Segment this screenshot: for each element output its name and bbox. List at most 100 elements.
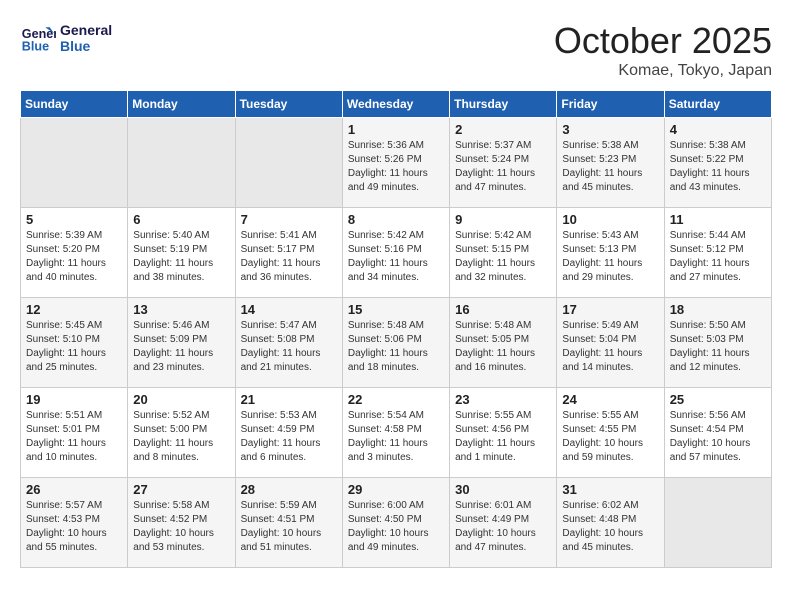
day-info: Sunrise: 5:46 AM Sunset: 5:09 PM Dayligh… [133, 319, 229, 375]
day-number: 9 [455, 212, 551, 227]
calendar-cell [128, 118, 235, 208]
calendar-cell: 25 Sunrise: 5:56 AM Sunset: 4:54 PM Dayli… [664, 388, 771, 478]
day-number: 13 [133, 302, 229, 317]
day-info: Sunrise: 5:52 AM Sunset: 5:00 PM Dayligh… [133, 409, 229, 465]
day-info: Sunrise: 5:55 AM Sunset: 4:55 PM Dayligh… [562, 409, 658, 465]
day-info: Sunrise: 5:49 AM Sunset: 5:04 PM Dayligh… [562, 319, 658, 375]
calendar-cell: 31 Sunrise: 6:02 AM Sunset: 4:48 PM Dayli… [557, 478, 664, 568]
page-header: General Blue General Blue October 2025 K… [20, 20, 772, 80]
day-number: 5 [26, 212, 122, 227]
day-info: Sunrise: 5:37 AM Sunset: 5:24 PM Dayligh… [455, 139, 551, 195]
month-title: October 2025 [554, 20, 772, 62]
calendar-week-row: 12Sunrise: 5:45 AM Sunset: 5:10 PM Dayli… [21, 298, 772, 388]
day-number: 10 [562, 212, 658, 227]
calendar-cell: 18 Sunrise: 5:50 AM Sunset: 5:03 PM Dayli… [664, 298, 771, 388]
calendar-cell: 22 Sunrise: 5:54 AM Sunset: 4:58 PM Dayli… [342, 388, 449, 478]
calendar-cell: 13 Sunrise: 5:46 AM Sunset: 5:09 PM Dayli… [128, 298, 235, 388]
day-info: Sunrise: 5:40 AM Sunset: 5:19 PM Dayligh… [133, 229, 229, 285]
day-number: 16 [455, 302, 551, 317]
day-number: 2 [455, 122, 551, 137]
day-number: 19 [26, 392, 122, 407]
calendar-cell: 9 Sunrise: 5:42 AM Sunset: 5:15 PM Daylig… [450, 208, 557, 298]
calendar-cell: 4 Sunrise: 5:38 AM Sunset: 5:22 PM Daylig… [664, 118, 771, 208]
day-number: 30 [455, 482, 551, 497]
calendar-cell: 23 Sunrise: 5:55 AM Sunset: 4:56 PM Dayli… [450, 388, 557, 478]
calendar-cell: 1Sunrise: 5:36 AM Sunset: 5:26 PM Daylig… [342, 118, 449, 208]
calendar-cell: 30Sunrise: 6:01 AM Sunset: 4:49 PM Dayli… [450, 478, 557, 568]
day-number: 23 [455, 392, 551, 407]
calendar-cell: 11Sunrise: 5:44 AM Sunset: 5:12 PM Dayli… [664, 208, 771, 298]
calendar-week-row: 1Sunrise: 5:36 AM Sunset: 5:26 PM Daylig… [21, 118, 772, 208]
logo-line1: General [60, 22, 112, 38]
calendar-cell: 7Sunrise: 5:41 AM Sunset: 5:17 PM Daylig… [235, 208, 342, 298]
day-number: 22 [348, 392, 444, 407]
day-info: Sunrise: 5:48 AM Sunset: 5:06 PM Dayligh… [348, 319, 444, 375]
weekday-header-cell: Friday [557, 91, 664, 118]
day-info: Sunrise: 5:38 AM Sunset: 5:22 PM Dayligh… [670, 139, 766, 195]
calendar-cell: 8Sunrise: 5:42 AM Sunset: 5:16 PM Daylig… [342, 208, 449, 298]
day-number: 17 [562, 302, 658, 317]
day-info: Sunrise: 5:42 AM Sunset: 5:15 PM Dayligh… [455, 229, 551, 285]
calendar-cell: 26Sunrise: 5:57 AM Sunset: 4:53 PM Dayli… [21, 478, 128, 568]
calendar-cell: 27 Sunrise: 5:58 AM Sunset: 4:52 PM Dayli… [128, 478, 235, 568]
calendar-cell: 29Sunrise: 6:00 AM Sunset: 4:50 PM Dayli… [342, 478, 449, 568]
day-number: 21 [241, 392, 337, 407]
logo-line2: Blue [60, 38, 112, 54]
day-number: 4 [670, 122, 766, 137]
weekday-header-cell: Saturday [664, 91, 771, 118]
day-info: Sunrise: 5:43 AM Sunset: 5:13 PM Dayligh… [562, 229, 658, 285]
weekday-header-row: SundayMondayTuesdayWednesdayThursdayFrid… [21, 91, 772, 118]
title-block: October 2025 Komae, Tokyo, Japan [554, 20, 772, 80]
day-number: 24 [562, 392, 658, 407]
weekday-header-cell: Thursday [450, 91, 557, 118]
day-info: Sunrise: 5:38 AM Sunset: 5:23 PM Dayligh… [562, 139, 658, 195]
location-title: Komae, Tokyo, Japan [554, 62, 772, 80]
day-info: Sunrise: 5:57 AM Sunset: 4:53 PM Dayligh… [26, 499, 122, 555]
day-number: 1 [348, 122, 444, 137]
day-info: Sunrise: 5:48 AM Sunset: 5:05 PM Dayligh… [455, 319, 551, 375]
svg-text:Blue: Blue [22, 40, 49, 54]
calendar-cell: 19Sunrise: 5:51 AM Sunset: 5:01 PM Dayli… [21, 388, 128, 478]
day-info: Sunrise: 6:02 AM Sunset: 4:48 PM Dayligh… [562, 499, 658, 555]
calendar-week-row: 5 Sunrise: 5:39 AM Sunset: 5:20 PM Daylig… [21, 208, 772, 298]
day-number: 29 [348, 482, 444, 497]
weekday-header-cell: Wednesday [342, 91, 449, 118]
day-info: Sunrise: 5:58 AM Sunset: 4:52 PM Dayligh… [133, 499, 229, 555]
calendar-body: 1Sunrise: 5:36 AM Sunset: 5:26 PM Daylig… [21, 118, 772, 568]
day-info: Sunrise: 5:55 AM Sunset: 4:56 PM Dayligh… [455, 409, 551, 465]
day-info: Sunrise: 5:53 AM Sunset: 4:59 PM Dayligh… [241, 409, 337, 465]
day-number: 27 [133, 482, 229, 497]
day-info: Sunrise: 5:41 AM Sunset: 5:17 PM Dayligh… [241, 229, 337, 285]
calendar-cell: 17 Sunrise: 5:49 AM Sunset: 5:04 PM Dayli… [557, 298, 664, 388]
calendar-cell [235, 118, 342, 208]
calendar-cell: 21 Sunrise: 5:53 AM Sunset: 4:59 PM Dayli… [235, 388, 342, 478]
day-info: Sunrise: 5:56 AM Sunset: 4:54 PM Dayligh… [670, 409, 766, 465]
day-info: Sunrise: 5:50 AM Sunset: 5:03 PM Dayligh… [670, 319, 766, 375]
weekday-header-cell: Sunday [21, 91, 128, 118]
logo-icon: General Blue [20, 20, 56, 56]
day-number: 15 [348, 302, 444, 317]
day-number: 25 [670, 392, 766, 407]
calendar-cell: 24 Sunrise: 5:55 AM Sunset: 4:55 PM Dayli… [557, 388, 664, 478]
day-info: Sunrise: 5:45 AM Sunset: 5:10 PM Dayligh… [26, 319, 122, 375]
calendar-week-row: 19Sunrise: 5:51 AM Sunset: 5:01 PM Dayli… [21, 388, 772, 478]
calendar-cell: 6Sunrise: 5:40 AM Sunset: 5:19 PM Daylig… [128, 208, 235, 298]
day-number: 18 [670, 302, 766, 317]
day-number: 31 [562, 482, 658, 497]
day-info: Sunrise: 5:54 AM Sunset: 4:58 PM Dayligh… [348, 409, 444, 465]
day-info: Sunrise: 5:47 AM Sunset: 5:08 PM Dayligh… [241, 319, 337, 375]
calendar-cell: 14 Sunrise: 5:47 AM Sunset: 5:08 PM Dayli… [235, 298, 342, 388]
calendar-cell: 16 Sunrise: 5:48 AM Sunset: 5:05 PM Dayli… [450, 298, 557, 388]
day-info: Sunrise: 5:59 AM Sunset: 4:51 PM Dayligh… [241, 499, 337, 555]
day-number: 8 [348, 212, 444, 227]
calendar-table: SundayMondayTuesdayWednesdayThursdayFrid… [20, 90, 772, 568]
weekday-header-cell: Tuesday [235, 91, 342, 118]
day-number: 28 [241, 482, 337, 497]
calendar-cell [664, 478, 771, 568]
calendar-cell: 5 Sunrise: 5:39 AM Sunset: 5:20 PM Daylig… [21, 208, 128, 298]
day-number: 3 [562, 122, 658, 137]
calendar-cell: 12Sunrise: 5:45 AM Sunset: 5:10 PM Dayli… [21, 298, 128, 388]
day-info: Sunrise: 5:39 AM Sunset: 5:20 PM Dayligh… [26, 229, 122, 285]
day-number: 14 [241, 302, 337, 317]
day-number: 20 [133, 392, 229, 407]
